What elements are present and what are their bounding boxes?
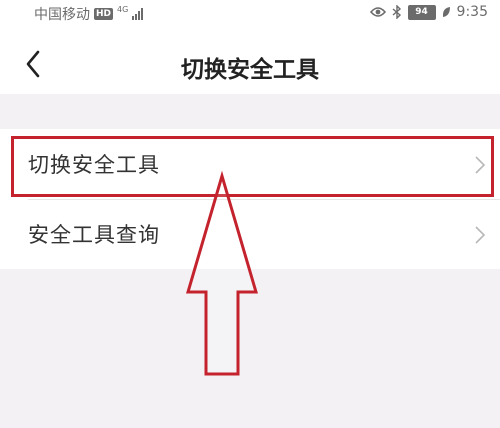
signal-icon bbox=[132, 8, 144, 20]
menu-list: 切换安全工具 安全工具查询 bbox=[0, 129, 500, 269]
chevron-right-icon bbox=[475, 156, 486, 174]
chevron-left-icon bbox=[26, 50, 40, 78]
carrier-name: 中国移动 bbox=[34, 7, 90, 23]
menu-item-label: 安全工具查询 bbox=[28, 223, 160, 247]
leaf-icon bbox=[442, 7, 450, 17]
menu-item-security-tool-query[interactable]: 安全工具查询 bbox=[0, 199, 500, 269]
back-button[interactable] bbox=[16, 44, 56, 84]
menu-item-label: 切换安全工具 bbox=[28, 153, 160, 177]
chevron-right-icon bbox=[475, 226, 486, 244]
hd-badge: HD bbox=[94, 8, 114, 20]
status-right: 94 9:35 bbox=[369, 4, 488, 20]
battery-icon: 94 bbox=[407, 4, 436, 20]
carrier-group: 中国移动 HD 4G bbox=[34, 4, 144, 24]
clock: 9:35 bbox=[456, 4, 488, 20]
nav-bar: 切换安全工具 bbox=[0, 34, 500, 94]
bluetooth-icon bbox=[392, 5, 401, 19]
status-bar: 中国移动 HD 4G 94 9:35 bbox=[0, 0, 500, 34]
network-type: 4G bbox=[117, 5, 129, 14]
page-title: 切换安全工具 bbox=[181, 57, 319, 83]
eye-icon bbox=[369, 7, 386, 17]
menu-item-switch-security-tool[interactable]: 切换安全工具 bbox=[0, 129, 500, 199]
